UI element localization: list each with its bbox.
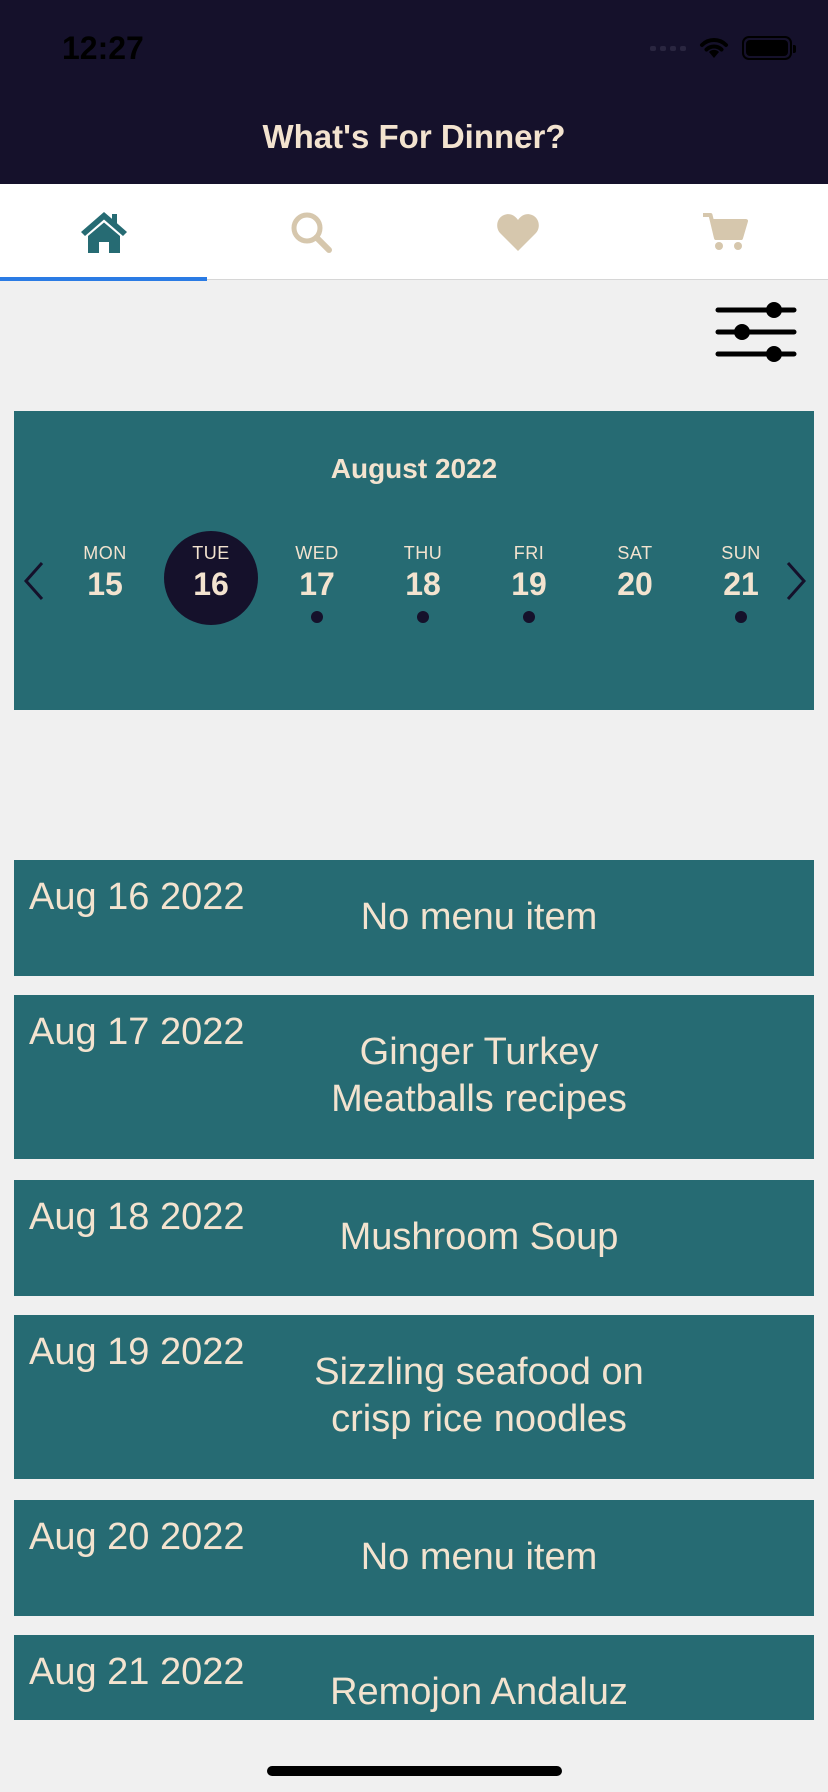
day-number: 20 <box>617 566 653 602</box>
tab-favorites[interactable] <box>414 184 621 280</box>
tab-cart[interactable] <box>621 184 828 280</box>
menu-item-name-line: crisp rice noodles <box>331 1398 627 1440</box>
menu-indicator-dot <box>311 611 323 623</box>
menu-day-card[interactable]: Aug 17 2022 Ginger Turkey Meatballs recipe… <box>14 995 814 1159</box>
menu-item-name-line: Mushroom Soup <box>339 1216 619 1258</box>
day-number: 17 <box>299 566 335 602</box>
menu-item-name-line: Sizzling seafood on <box>314 1351 644 1393</box>
menu-item-name: Remojon Andaluz <box>249 1669 709 1716</box>
menu-date: Aug 18 2022 <box>29 1196 245 1238</box>
chevron-left-icon[interactable] <box>20 559 48 603</box>
menu-day-card[interactable]: Aug 20 2022 No menu item <box>14 1500 814 1616</box>
menu-date: Aug 17 2022 <box>29 1011 245 1053</box>
app-title: What's For Dinner? <box>262 118 566 155</box>
calendar-month-label: August 2022 <box>330 453 498 484</box>
day-number: 19 <box>511 566 547 602</box>
menu-date: Aug 21 2022 <box>29 1651 245 1693</box>
menu-item-name-line: Meatballs recipes <box>331 1078 627 1120</box>
cellular-signal-icon <box>650 45 686 51</box>
calendar-day[interactable]: SAT 20 <box>588 531 682 625</box>
menu-item-name: No menu item <box>249 894 709 941</box>
menu-indicator-dot <box>523 611 535 623</box>
day-of-week-label: SUN <box>721 543 761 563</box>
day-of-week-label: SAT <box>617 543 653 563</box>
menu-day-card[interactable]: Aug 18 2022 Mushroom Soup <box>14 1180 814 1296</box>
filter-button[interactable] <box>714 296 798 368</box>
menu-day-card[interactable]: Aug 21 2022 Remojon Andaluz <box>14 1635 814 1720</box>
status-icons <box>650 36 796 60</box>
calendar-day[interactable]: WED 17 <box>270 531 364 625</box>
battery-icon <box>742 36 796 60</box>
day-of-week-label: FRI <box>513 543 545 563</box>
menu-day-card[interactable]: Aug 16 2022 No menu item <box>14 860 814 976</box>
menu-date: Aug 19 2022 <box>29 1331 245 1373</box>
menu-day-card[interactable]: Aug 19 2022 Sizzling seafood on crisp rice… <box>14 1315 814 1479</box>
status-time: 12:27 <box>62 30 144 66</box>
menu-item-name-line: No menu item <box>360 896 598 938</box>
day-number: 16 <box>193 566 229 602</box>
home-indicator <box>267 1766 562 1776</box>
search-icon <box>291 212 332 253</box>
app-header: 12:27 What's For Dinner? <box>0 0 828 184</box>
sliders-icon <box>715 302 797 362</box>
menu-item-name: Sizzling seafood on crisp rice noodles <box>249 1349 709 1443</box>
day-number: 21 <box>723 566 759 602</box>
day-number: 15 <box>87 566 123 602</box>
menu-item-name-line: Ginger Turkey <box>359 1031 599 1073</box>
wifi-icon <box>700 38 728 58</box>
calendar-day[interactable]: FRI 19 <box>482 531 576 625</box>
day-number: 18 <box>405 566 441 602</box>
day-of-week-label: TUE <box>192 543 230 563</box>
cart-icon <box>702 213 748 250</box>
day-of-week-label: WED <box>295 543 339 563</box>
menu-indicator-dot <box>735 611 747 623</box>
tab-bar <box>0 184 828 281</box>
menu-item-name: No menu item <box>249 1534 709 1581</box>
week-calendar: August 2022 MON 15 TUE 16 WED 17 THU 18 FRI 19 SAT… <box>14 411 814 710</box>
menu-item-name-line: No menu item <box>360 1536 598 1578</box>
menu-date: Aug 16 2022 <box>29 876 245 918</box>
tab-home[interactable] <box>0 184 207 281</box>
menu-item-name: Ginger Turkey Meatballs recipes <box>249 1029 709 1123</box>
menu-item-name: Mushroom Soup <box>249 1214 709 1261</box>
calendar-day[interactable]: THU 18 <box>376 531 470 625</box>
home-icon <box>80 212 127 253</box>
day-of-week-label: MON <box>83 543 127 563</box>
day-of-week-label: THU <box>403 543 443 563</box>
tab-search[interactable] <box>207 184 414 280</box>
menu-indicator-dot <box>417 611 429 623</box>
calendar-day[interactable]: MON 15 <box>58 531 152 625</box>
calendar-day[interactable]: TUE 16 <box>164 531 258 625</box>
heart-icon <box>496 214 539 251</box>
menu-date: Aug 20 2022 <box>29 1516 245 1558</box>
menu-item-name-line: Remojon Andaluz <box>330 1671 628 1713</box>
calendar-day[interactable]: SUN 21 <box>694 531 788 625</box>
